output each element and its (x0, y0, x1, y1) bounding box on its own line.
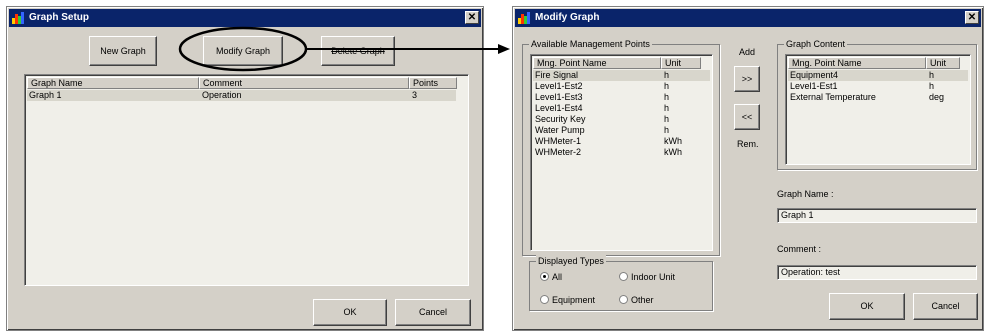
radio-all[interactable]: All (540, 272, 562, 283)
displayed-types-title: Displayed Types (536, 255, 606, 267)
radio-other[interactable]: Other (619, 295, 654, 306)
point-unit: kWh (664, 147, 682, 157)
available-points-title: Available Management Points (529, 38, 652, 50)
graph-name-label: Graph Name : (777, 189, 834, 199)
graph-list[interactable]: Graph Name Comment Points Graph 1 Operat… (24, 74, 469, 286)
point-unit: h (664, 81, 670, 91)
list-item[interactable]: Water Pump h (533, 125, 710, 136)
radio-dot (619, 272, 628, 281)
new-graph-button[interactable]: New Graph (89, 36, 157, 66)
remove-label: Rem. (737, 139, 759, 149)
arrow-head (498, 44, 510, 54)
available-points-group: Available Management Points Mng. Point N… (522, 38, 720, 256)
modify-graph-button[interactable]: Modify Graph (203, 36, 283, 66)
point-name: Level1-Est4 (535, 103, 583, 113)
point-name: External Temperature (790, 92, 876, 102)
list-item[interactable]: Equipment4 h (788, 70, 968, 81)
radio-dot (540, 295, 549, 304)
list-item[interactable]: Security Key h (533, 114, 710, 125)
radio-dot-selected (540, 272, 549, 281)
modify-graph-titlebar[interactable]: Modify Graph ✕ (515, 9, 981, 27)
column-header-unit[interactable]: Unit (926, 57, 960, 69)
point-unit: h (929, 81, 935, 91)
app-icon (12, 12, 25, 24)
add-label: Add (739, 47, 756, 57)
table-row[interactable]: Graph 1 Operation 3 (27, 90, 456, 101)
radio-label: All (552, 272, 563, 282)
window-title: Graph Setup (29, 12, 90, 23)
graph-content-group: Graph Content Mng. Point Name Unit Equip… (777, 38, 977, 170)
cell-comment: Operation (202, 90, 242, 100)
app-icon (518, 12, 531, 24)
comment-field[interactable]: Operation: test (777, 265, 977, 280)
graph-content-list[interactable]: Mng. Point Name Unit Equipment4 h Level1… (785, 54, 971, 165)
column-header-graph-name[interactable]: Graph Name (27, 77, 199, 89)
radio-label: Equipment (552, 295, 596, 305)
point-name: Level1-Est2 (535, 81, 583, 91)
modify-graph-window: Modify Graph ✕ Available Management Poin… (512, 6, 984, 331)
point-unit: h (664, 125, 670, 135)
point-name: WHMeter-2 (535, 147, 582, 157)
point-name: Level1-Est3 (535, 92, 583, 102)
point-name: Level1-Est1 (790, 81, 838, 91)
close-icon[interactable]: ✕ (465, 11, 479, 24)
radio-dot (619, 295, 628, 304)
window-title: Modify Graph (535, 12, 600, 23)
add-button[interactable]: >> (734, 66, 760, 92)
point-unit: h (664, 92, 670, 102)
cell-graph-name: Graph 1 (29, 90, 62, 100)
graph-name-field[interactable]: Graph 1 (777, 208, 977, 223)
displayed-types-group: Displayed Types All Indoor Unit Equipmen… (529, 255, 713, 311)
remove-button[interactable]: << (734, 104, 760, 130)
point-unit: h (664, 114, 670, 124)
column-header-point-name[interactable]: Mng. Point Name (533, 57, 661, 69)
point-name: Security Key (535, 114, 586, 124)
ok-button[interactable]: OK (313, 299, 387, 326)
point-unit: deg (929, 92, 945, 102)
point-unit: kWh (664, 136, 682, 146)
graph-setup-window: Graph Setup ✕ New Graph Modify Graph Del… (6, 6, 484, 331)
cancel-button[interactable]: Cancel (913, 293, 978, 320)
point-unit: h (929, 70, 935, 80)
list-item[interactable]: Fire Signal h (533, 70, 710, 81)
list-item[interactable]: WHMeter-1 kWh (533, 136, 710, 147)
graph-content-title: Graph Content (784, 38, 848, 50)
list-item[interactable]: External Temperature deg (788, 92, 968, 103)
ok-button[interactable]: OK (829, 293, 905, 320)
radio-equipment[interactable]: Equipment (540, 295, 595, 306)
point-name: Equipment4 (790, 70, 839, 80)
radio-indoor-unit[interactable]: Indoor Unit (619, 272, 675, 283)
graph-setup-titlebar[interactable]: Graph Setup ✕ (9, 9, 481, 27)
point-name: Water Pump (535, 125, 585, 135)
available-points-list[interactable]: Mng. Point Name Unit Fire Signal h Level… (530, 54, 713, 251)
comment-label: Comment : (777, 244, 822, 254)
list-item[interactable]: Level1-Est3 h (533, 92, 710, 103)
column-header-unit[interactable]: Unit (661, 57, 701, 69)
close-icon[interactable]: ✕ (965, 11, 979, 24)
cell-points: 3 (412, 90, 418, 100)
list-item[interactable]: Level1-Est4 h (533, 103, 710, 114)
point-unit: h (664, 103, 670, 113)
delete-graph-button[interactable]: Delete Graph (321, 36, 395, 66)
cancel-button[interactable]: Cancel (395, 299, 471, 326)
column-header-points[interactable]: Points (409, 77, 457, 89)
point-name: WHMeter-1 (535, 136, 582, 146)
point-name: Fire Signal (535, 70, 579, 80)
list-item[interactable]: Level1-Est2 h (533, 81, 710, 92)
column-header-comment[interactable]: Comment (199, 77, 409, 89)
point-unit: h (664, 70, 670, 80)
list-item[interactable]: Level1-Est1 h (788, 81, 968, 92)
list-item[interactable]: WHMeter-2 kWh (533, 147, 710, 158)
radio-label: Indoor Unit (631, 272, 676, 282)
radio-label: Other (631, 295, 654, 305)
column-header-point-name[interactable]: Mng. Point Name (788, 57, 926, 69)
